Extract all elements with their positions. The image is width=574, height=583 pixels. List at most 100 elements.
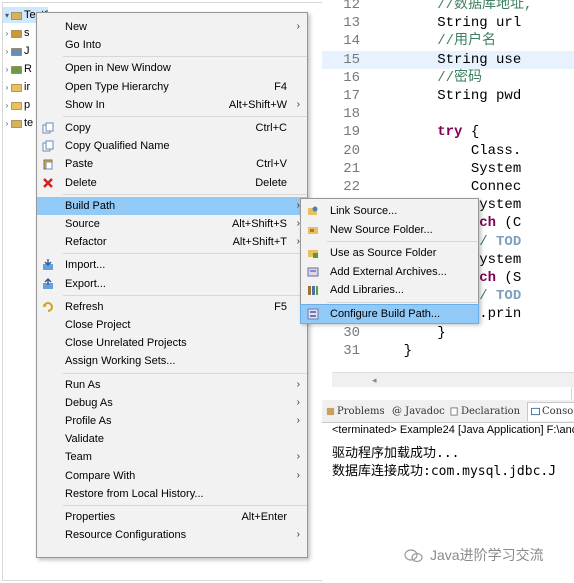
menu-item-label: Properties — [65, 511, 116, 523]
tab-console[interactable]: Conso — [527, 402, 574, 421]
project-icon — [11, 11, 22, 20]
code-token: String pwd — [370, 88, 522, 104]
menu-item-label: Open in New Window — [65, 62, 171, 75]
menu-item-shortcut: Ctrl+V — [256, 158, 287, 171]
code-line[interactable]: 18 — [322, 105, 574, 123]
library-icon — [308, 286, 318, 295]
code-line[interactable]: 19 try { — [322, 123, 574, 141]
tab-console-label: Conso — [542, 406, 574, 417]
menu-item-show-in[interactable]: Show In Alt+Shift+W › — [37, 96, 307, 114]
menu-item-import[interactable]: Import... — [37, 256, 307, 274]
menu-item-new[interactable]: New › — [37, 18, 307, 36]
code-text: //数据库地址, — [370, 0, 532, 14]
code-line[interactable]: 15 String use — [322, 50, 574, 69]
menu-item-delete[interactable]: Delete Delete — [37, 174, 307, 192]
menu-item-shortcut: Alt+Shift+S — [231, 218, 287, 230]
menu-item-refresh[interactable]: Refresh F5 — [37, 298, 307, 316]
code-line[interactable]: 30 } — [322, 324, 574, 342]
menu-item-source[interactable]: Source Alt+Shift+S › — [37, 215, 307, 233]
folder-icon — [11, 119, 22, 128]
submenu-item-add-libraries[interactable]: Add Libraries... — [301, 281, 478, 299]
menu-item-resource-configurations[interactable]: Resource Configurations › — [37, 526, 307, 544]
line-number: 14 — [343, 33, 360, 50]
code-token: String url — [370, 15, 522, 32]
code-text: Class. — [370, 142, 521, 160]
code-line[interactable]: 31 } — [322, 342, 574, 360]
code-line[interactable]: 16 //密码 — [322, 69, 574, 87]
menu-item-profile-as[interactable]: Profile As › — [37, 412, 307, 430]
menu-item-build-path[interactable]: Build Path › — [37, 196, 307, 215]
chevron-right-icon: › — [296, 529, 300, 541]
chevron-right-icon[interactable]: › — [3, 80, 11, 95]
scroll-left-icon[interactable]: ◂ — [372, 373, 377, 387]
submenu-item-label: Link Source... — [330, 205, 398, 217]
chevron-right-icon[interactable]: › — [3, 116, 11, 131]
chevron-right-icon: › — [296, 21, 300, 32]
chevron-right-icon[interactable]: › — [3, 62, 11, 77]
comment-token: TOD — [496, 233, 522, 250]
menu-item-paste[interactable]: Paste Ctrl+V — [37, 155, 307, 173]
chevron-down-icon[interactable]: ▾ — [3, 8, 11, 23]
submenu-item-label: New Source Folder... — [330, 223, 433, 236]
code-line[interactable]: 17 String pwd — [322, 87, 574, 105]
submenu-item-add-external-archives[interactable]: Add External Archives... — [301, 263, 478, 281]
menu-item-close-project[interactable]: Close Project — [37, 316, 307, 334]
chevron-right-icon: › — [296, 98, 300, 110]
menu-item-open-type-hierarchy[interactable]: Open Type Hierarchy F4 — [37, 78, 307, 96]
paste-icon — [43, 159, 53, 170]
menu-item-label: Delete — [65, 176, 97, 189]
code-line[interactable]: 21 System — [322, 160, 574, 178]
menu-item-copy-qualified-name[interactable]: Copy Qualified Name — [37, 137, 307, 155]
folder-icon — [11, 65, 22, 74]
tab-declaration[interactable]: Declaration — [450, 403, 520, 421]
code-editor[interactable]: 12 //数据库地址, 13 String url 14 //用户名 15 Strin… — [322, 0, 574, 380]
menu-item-validate[interactable]: Validate — [37, 430, 307, 448]
archive-icon — [307, 267, 319, 276]
code-line[interactable]: 20 Class. — [322, 142, 574, 160]
code-line[interactable]: 14 //用户名 — [322, 32, 574, 50]
submenu-item-use-as-source-folder[interactable]: Use as Source Folder — [301, 244, 478, 262]
menu-item-shortcut: F5 — [274, 300, 287, 313]
menu-item-label: Profile As — [65, 415, 112, 427]
code-text: } — [370, 324, 445, 342]
menu-item-team[interactable]: Team › — [37, 448, 307, 466]
line-number: 17 — [343, 88, 360, 104]
menu-item-label: Compare With — [65, 469, 136, 482]
new-source-folder-icon — [308, 226, 318, 234]
submenu-item-link-source[interactable]: Link Source... — [301, 202, 478, 220]
code-text: String use — [370, 51, 521, 69]
code-line[interactable]: 22 Connec — [322, 178, 574, 196]
line-number: 31 — [343, 342, 360, 359]
menu-item-copy[interactable]: Copy Ctrl+C — [37, 119, 307, 137]
chevron-right-icon: › — [296, 469, 300, 481]
code-token: System — [370, 160, 522, 177]
menu-item-debug-as[interactable]: Debug As › — [37, 394, 307, 412]
code-line[interactable]: 13 String url — [322, 14, 574, 32]
menu-item-export[interactable]: Export... — [37, 275, 307, 293]
menu-item-restore-from-local-history[interactable]: Restore from Local History... — [37, 485, 307, 503]
menu-item-assign-working-sets[interactable]: Assign Working Sets... — [37, 352, 307, 370]
console-status: <terminated> Example24 [Java Application… — [332, 424, 574, 436]
menu-item-compare-with[interactable]: Compare With › — [37, 467, 307, 485]
tab-javadoc[interactable]: @ Javadoc — [392, 403, 445, 421]
delete-icon — [43, 177, 53, 188]
menu-separator — [63, 253, 307, 255]
editor-horizontal-scrollbar[interactable]: ◂ — [332, 372, 574, 387]
menu-item-refactor[interactable]: Refactor Alt+Shift+T › — [37, 233, 307, 251]
chevron-right-icon[interactable]: › — [3, 26, 11, 41]
menu-item-label: Validate — [65, 433, 104, 446]
menu-item-run-as[interactable]: Run As › — [37, 376, 307, 394]
menu-item-close-unrelated-projects[interactable]: Close Unrelated Projects — [37, 334, 307, 352]
menu-item-properties[interactable]: Properties Alt+Enter — [37, 508, 307, 526]
menu-item-open-in-new-window[interactable]: Open in New Window — [37, 59, 307, 77]
chevron-right-icon[interactable]: › — [3, 98, 11, 113]
chevron-right-icon[interactable]: › — [3, 44, 11, 59]
menu-item-go-into[interactable]: Go Into — [37, 36, 307, 54]
code-token: (S — [496, 270, 522, 286]
code-line[interactable]: 12 //数据库地址, — [322, 0, 574, 14]
submenu-item-configure-build-path[interactable]: Configure Build Path... — [300, 303, 479, 324]
tab-problems[interactable]: Problems — [326, 403, 385, 421]
submenu-item-new-source-folder[interactable]: New Source Folder... — [301, 221, 478, 239]
